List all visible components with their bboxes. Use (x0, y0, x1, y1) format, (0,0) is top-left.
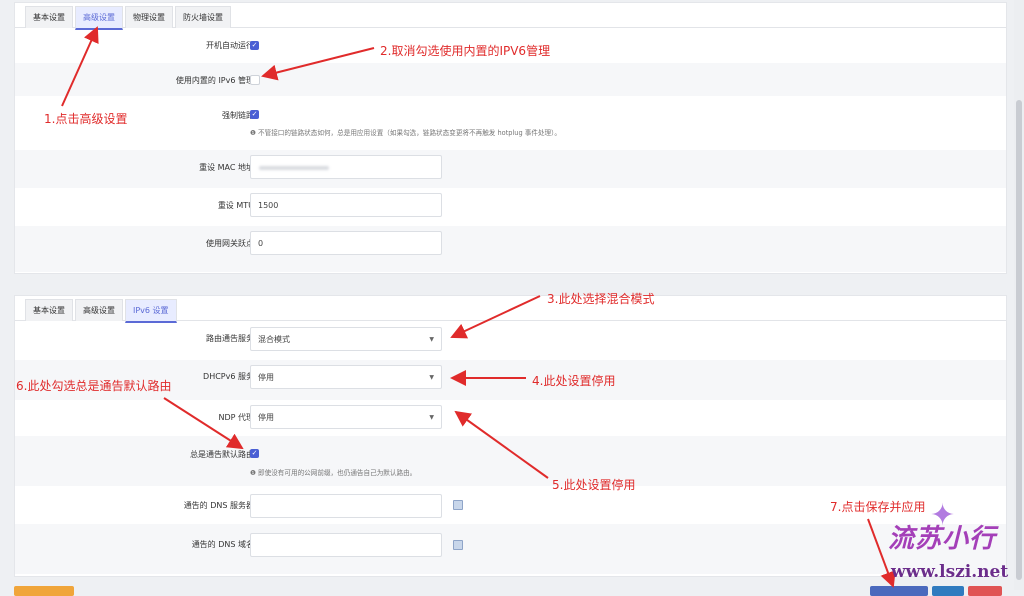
arrow-2 (261, 47, 375, 81)
logo-signature: 流苏小行 (888, 524, 997, 554)
annotation-1: 1.点击高级设置 (44, 112, 128, 126)
annotation-3: 3.此处选择混合模式 (547, 292, 655, 306)
arrow-5 (454, 410, 549, 479)
arrow-6 (163, 397, 244, 450)
annotation-4: 4.此处设置停用 (532, 374, 616, 388)
annotation-5: 5.此处设置停用 (552, 478, 636, 492)
arrow-3 (450, 295, 541, 339)
watermark-logo: ✦ 流苏小行 www.lszi.net (888, 498, 1018, 586)
logo-url: www.lszi.net (891, 562, 1009, 582)
annotation-6: 6.此处勾选总是通告默认路由 (16, 379, 172, 393)
annotation-2: 2.取消勾选使用内置的IPV6管理 (380, 44, 551, 58)
arrow-1 (61, 26, 99, 107)
